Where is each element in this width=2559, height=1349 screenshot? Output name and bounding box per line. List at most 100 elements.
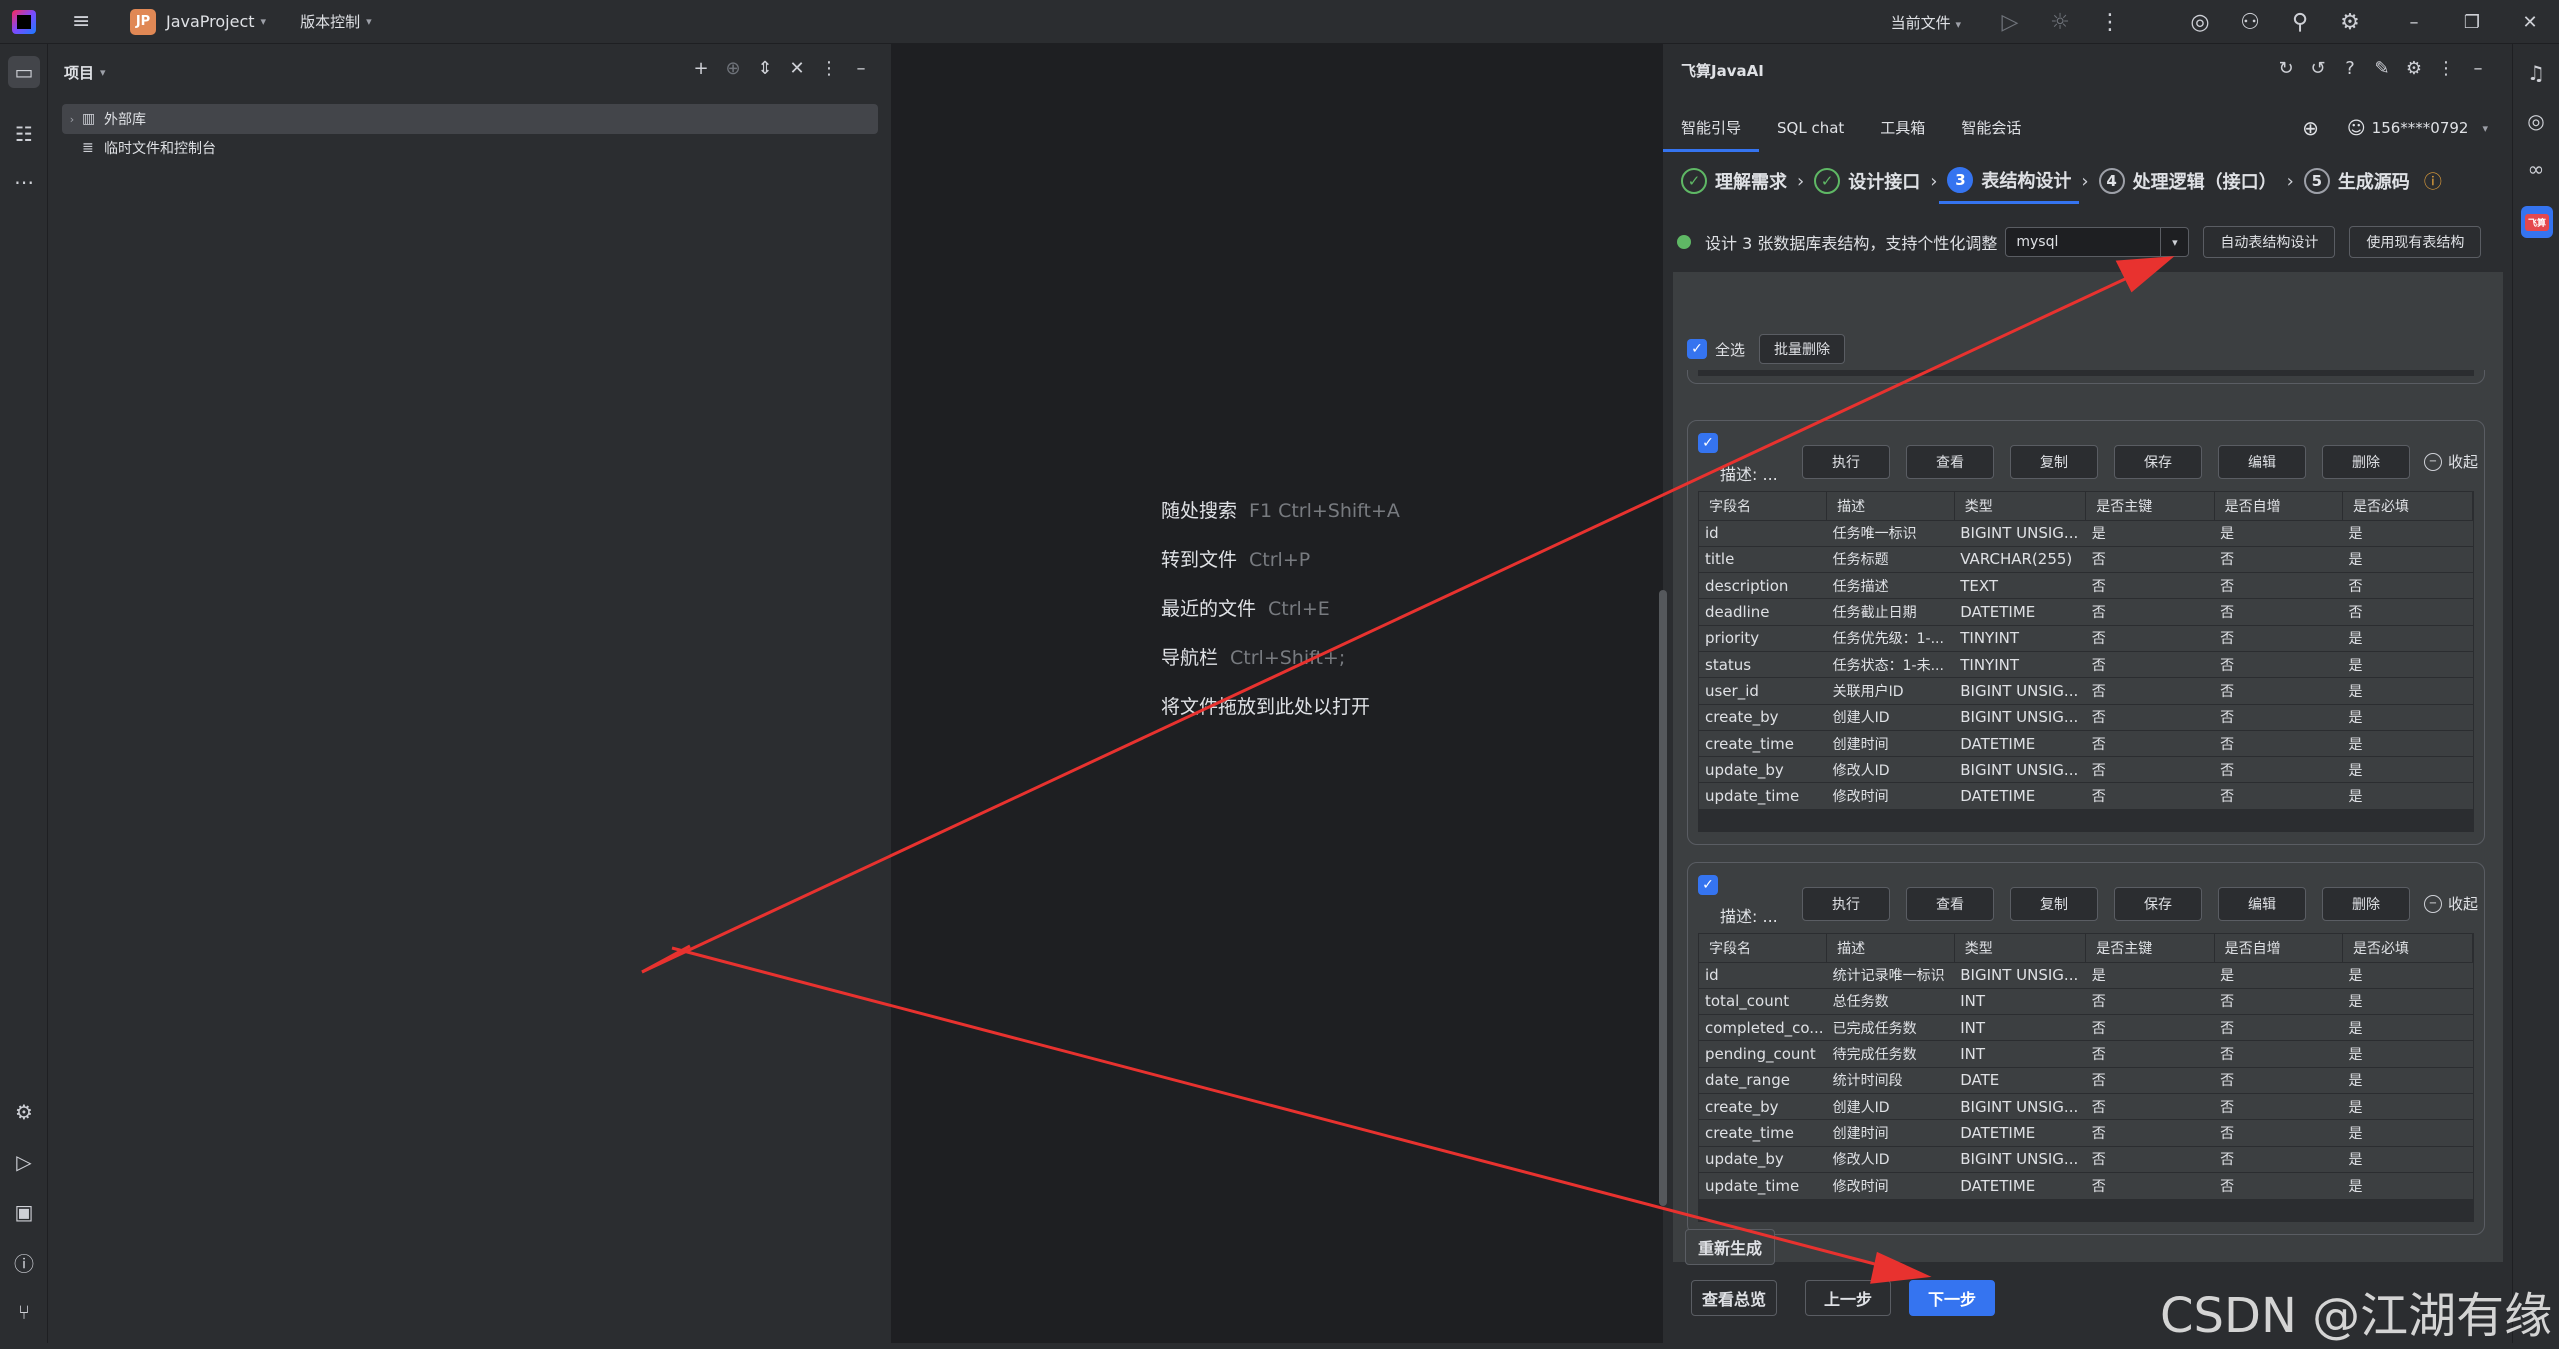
table-cell[interactable]: 是 [2342,519,2473,547]
tree-item-scratches[interactable]: ≣ 临时文件和控制台 [62,133,878,163]
table-cell[interactable]: 是 [2342,703,2473,731]
table-cell[interactable]: 否 [2085,987,2215,1015]
table-cell[interactable]: 否 [2085,1171,2215,1199]
close-window-button[interactable]: ✕ [2501,12,2559,33]
project-panel-title[interactable]: 项目 [64,62,94,83]
table-cell[interactable]: 否 [2342,598,2473,626]
table-cell[interactable]: update_by [1699,756,1827,783]
table-cell[interactable]: 是 [2342,987,2473,1015]
table-cell[interactable]: user_id [1699,677,1827,705]
table-cell[interactable]: 任务唯一标识 [1826,519,1955,547]
add-user-icon[interactable]: ⚇ [2225,10,2275,35]
view-button[interactable]: 查看 [1906,887,1994,921]
table-cell[interactable]: 否 [2214,1092,2343,1120]
ai-assistant-icon[interactable]: ◎ [2521,106,2551,136]
column-header[interactable]: 字段名 [1699,492,1828,520]
table-cell[interactable]: 是 [2342,545,2473,573]
table-cell[interactable]: 否 [2085,598,2215,626]
table-cell[interactable]: 否 [2214,1145,2343,1173]
table-cell[interactable]: 否 [2214,1171,2343,1199]
view-button[interactable]: 查看 [1906,445,1994,479]
use-existing-button[interactable]: 使用现有表结构 [2349,226,2482,258]
table-cell[interactable]: deadline [1699,598,1827,626]
table-cell[interactable]: 创建人ID [1826,703,1955,731]
collapse-toggle[interactable]: − 收起 [2423,893,2478,914]
table-cell[interactable]: BIGINT UNSIG... [1954,1092,2086,1120]
table-cell[interactable]: 否 [2085,545,2215,573]
table-cell[interactable]: 否 [2214,677,2343,705]
table-row[interactable]: user_id 关联用户ID BIGINT UNSIG... 否否是 [1699,677,2473,705]
table-cell[interactable]: 是 [2342,1092,2473,1120]
table-cell[interactable]: 否 [2214,729,2343,757]
table-cell[interactable]: BIGINT UNSIG... [1954,519,2086,547]
python-icon[interactable]: ∞ [2521,154,2551,184]
table-cell[interactable]: 否 [2085,624,2215,652]
table-cell[interactable]: status [1699,650,1827,678]
table-cell[interactable]: 修改时间 [1826,1171,1955,1199]
vcs-menu[interactable]: 版本控制 [300,11,360,32]
table-cell[interactable]: total_count [1699,987,1827,1015]
table-cell[interactable]: 是 [2342,624,2473,652]
table-cell[interactable]: BIGINT UNSIG... [1954,677,2086,705]
table-cell[interactable]: DATETIME [1954,729,2086,757]
table-row[interactable]: priority 任务优先级：1-... TINYINT 否否是 [1699,624,2473,652]
table-cell[interactable]: 总任务数 [1826,987,1955,1015]
table-cell[interactable]: 否 [2214,703,2343,731]
table-cell[interactable]: TINYINT [1954,624,2086,652]
table-cell[interactable]: INT [1954,1014,2086,1041]
step-design-interface[interactable]: ✓ 设计接口 [1806,158,1928,204]
table-cell[interactable]: 是 [2342,1040,2473,1068]
table-cell[interactable]: 否 [2085,729,2215,757]
table-cell[interactable]: 否 [2085,1145,2215,1173]
column-header[interactable]: 是否主键 [2085,492,2215,520]
table-row[interactable]: update_by 修改人ID BIGINT UNSIG... 否否是 [1699,756,2473,783]
tree-item-external-libraries[interactable]: › ▥ 外部库 [62,104,878,134]
prev-step-button[interactable]: 上一步 [1805,1280,1891,1316]
table-cell[interactable]: DATE [1954,1066,2086,1094]
tab-smart-guide[interactable]: 智能引导 [1663,110,1760,152]
table-cell[interactable]: INT [1954,1040,2086,1068]
table-row[interactable]: status 任务状态：1-未... TINYINT 否否是 [1699,650,2473,678]
problems-icon[interactable]: ⓘ [8,1246,40,1278]
services-icon[interactable]: ⚙ [8,1096,40,1128]
column-header[interactable]: 是否必填 [2342,934,2473,962]
table-cell[interactable]: 是 [2342,729,2473,757]
edit-button[interactable]: 编辑 [2218,445,2306,479]
minimize-button[interactable]: – [2385,12,2443,33]
search-icon[interactable]: ⚲ [2275,10,2325,35]
ai-assistant-icon[interactable]: ◎ [2175,10,2225,35]
table-cell[interactable]: 否 [2214,756,2343,783]
db-type-select[interactable]: mysql ▾ [2005,227,2190,257]
table-cell[interactable]: 是 [2214,519,2343,547]
table-cell[interactable]: 否 [2214,782,2343,810]
save-button[interactable]: 保存 [2114,445,2202,479]
table-cell[interactable]: 否 [2085,703,2215,731]
chevron-down-icon[interactable]: ▾ [261,15,267,28]
table-cell[interactable]: 是 [2342,1171,2473,1199]
new-file-icon[interactable]: + [685,58,717,79]
table-cell[interactable]: 统计记录唯一标识 [1826,961,1955,989]
restore-button[interactable]: ❐ [2443,12,2501,33]
column-header[interactable]: 描述 [1826,492,1955,520]
table-cell[interactable]: 是 [2342,782,2473,810]
structure-icon[interactable]: ☷ [8,118,40,150]
column-header[interactable]: 是否自增 [2214,934,2344,962]
table-cell[interactable]: 否 [2214,1119,2343,1147]
table-cell[interactable]: 否 [2214,650,2343,678]
chevron-down-icon[interactable]: ▾ [366,15,372,28]
table-cell[interactable]: 已完成任务数 [1826,1014,1955,1041]
column-header[interactable]: 类型 [1954,492,2087,520]
table-cell[interactable]: 否 [2214,1066,2343,1094]
user-avatar-icon[interactable]: ☺ [2347,118,2366,139]
table-cell[interactable]: update_time [1699,1171,1827,1199]
table-cell[interactable]: BIGINT UNSIG... [1954,961,2086,989]
locate-icon[interactable]: ⊕ [717,58,749,79]
git-icon[interactable]: ⑂ [8,1296,40,1328]
table-cell[interactable]: 否 [2214,572,2343,599]
table-cell[interactable]: 否 [2214,598,2343,626]
options-icon[interactable]: ⋮ [813,58,845,79]
table-cell[interactable]: 是 [2342,677,2473,705]
table-cell[interactable]: 是 [2342,1066,2473,1094]
table-cell[interactable]: create_time [1699,1119,1827,1147]
table-cell[interactable]: 任务状态：1-未... [1826,650,1955,678]
